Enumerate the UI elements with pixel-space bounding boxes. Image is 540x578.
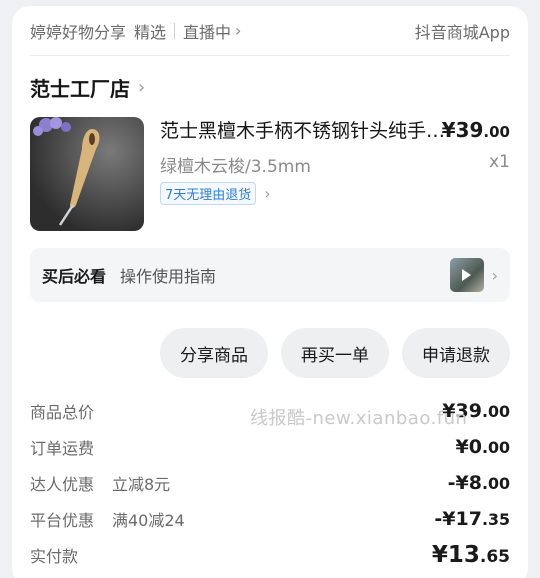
return-policy[interactable]: 7天无理由退货 › [160,182,271,205]
platform-discount-label: 平台优惠 [30,511,95,530]
share-product-button[interactable]: 分享商品 [160,328,268,378]
chevron-right-icon: › [138,76,146,98]
source-live[interactable]: 直播中 [183,19,231,43]
product-price: ¥39.00 [441,118,510,142]
order-card: 婷婷好物分享 精选 直播中 › 抖音商城App 范士工厂店 › 范士黑檀木手柄不… [12,6,528,578]
creator-discount-value: -¥8.00 [447,472,510,494]
source-featured[interactable]: 精选 [134,19,166,43]
shipping-row: 订单运费 ¥0.00 [30,432,510,462]
product-title[interactable]: 范士黑檀木手柄不锈钢针头纯手工钩针 [160,116,450,143]
play-icon [462,269,472,281]
divider [174,22,176,39]
guide-label: 买后必看 [42,267,107,286]
chevron-right-icon: › [264,184,271,203]
shop-name: 范士工厂店 [30,76,130,101]
guide-text: 操作使用指南 [120,267,217,286]
creator-discount-label: 达人优惠 [30,475,95,494]
platform-discount-value: -¥17.35 [434,508,510,530]
return-badge: 7天无理由退货 [160,182,257,205]
crochet-hook-icon [33,117,100,226]
product-quantity: x1 [489,152,510,172]
source-channel[interactable]: 婷婷好物分享 [30,19,126,43]
amount-paid-row: 实付款 ¥13.65 [30,540,510,570]
chevron-right-icon[interactable]: › [235,21,241,40]
shop-link[interactable]: 范士工厂店 › [30,72,145,102]
order-source-bar: 婷婷好物分享 精选 直播中 › 抖音商城App [30,6,510,56]
creator-discount-detail: 立减8元 [112,475,171,494]
app-label: 抖音商城App [414,22,510,42]
product-variant: 绿檀木云梭/3.5mm [160,157,311,177]
usage-guide-banner[interactable]: 买后必看 操作使用指南 › [30,248,510,302]
request-refund-button[interactable]: 申请退款 [402,328,510,378]
shipping-value: ¥0.00 [455,436,511,458]
creator-discount-row: 达人优惠 立减8元 -¥8.00 [30,468,510,498]
product-image[interactable] [30,117,144,231]
platform-discount-detail: 满40减24 [112,511,185,530]
platform-discount-row: 平台优惠 满40减24 -¥17.35 [30,504,510,534]
amount-paid-value: ¥13.65 [431,542,510,568]
rebuy-button[interactable]: 再买一单 [281,328,389,378]
shipping-label: 订单运费 [30,439,95,458]
watermark-text: 线报酷-new.xianbao.fun [250,408,468,429]
chevron-right-icon: › [491,265,498,285]
video-thumbnail [449,258,484,292]
amount-paid-label: 实付款 [30,547,79,566]
total-label: 商品总价 [30,403,95,422]
